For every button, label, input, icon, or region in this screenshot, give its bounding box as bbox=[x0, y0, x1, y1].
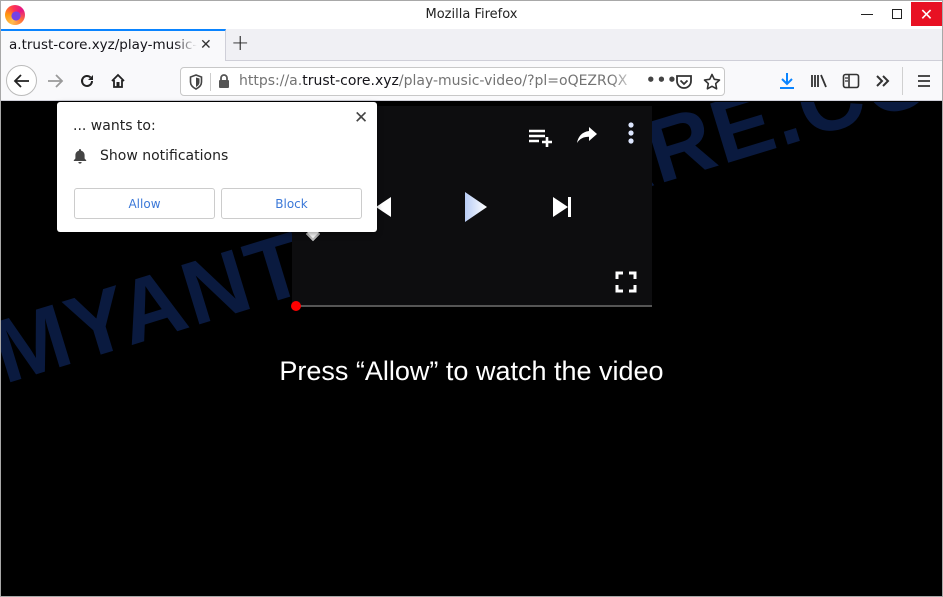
permission-label: Show notifications bbox=[100, 148, 229, 164]
browser-window: Mozilla Firefox ✕ a.trust-core.xyz/play-… bbox=[0, 0, 943, 597]
popup-title: ... wants to: bbox=[73, 118, 156, 134]
progress-bar[interactable] bbox=[296, 305, 652, 307]
close-window-button[interactable]: ✕ bbox=[911, 2, 942, 26]
tracking-protection-shield-icon[interactable] bbox=[189, 74, 203, 90]
share-button[interactable] bbox=[574, 122, 600, 148]
arrow-left-icon bbox=[13, 73, 29, 88]
block-button[interactable]: Block bbox=[221, 188, 362, 219]
minimize-icon bbox=[861, 13, 873, 15]
overflow-menu-button[interactable] bbox=[869, 67, 897, 95]
url-prefix: https://a. bbox=[239, 73, 303, 89]
window-title: Mozilla Firefox bbox=[425, 7, 518, 22]
share-arrow-icon bbox=[577, 127, 597, 143]
play-button[interactable] bbox=[462, 189, 490, 225]
url-path: /play-music-video/?pl=oQEZRQX bbox=[398, 73, 628, 89]
progress-scrubber-handle[interactable] bbox=[291, 301, 301, 311]
more-options-button[interactable] bbox=[624, 120, 638, 146]
fullscreen-button[interactable] bbox=[614, 270, 638, 294]
pocket-icon[interactable] bbox=[675, 74, 693, 90]
tab-title: a.trust-core.xyz/play-music-video/ bbox=[9, 37, 197, 53]
reload-button[interactable] bbox=[73, 67, 101, 95]
back-button[interactable] bbox=[6, 65, 37, 96]
reload-icon bbox=[81, 74, 93, 87]
url-bar[interactable]: https://a.trust-core.xyz/play-music-vide… bbox=[180, 67, 725, 96]
url-text[interactable]: https://a.trust-core.xyz/play-music-vide… bbox=[239, 73, 639, 89]
url-domain: trust-core.xyz bbox=[302, 73, 399, 89]
hamburger-menu-icon bbox=[918, 75, 930, 87]
library-icon bbox=[811, 74, 827, 88]
forward-button[interactable] bbox=[41, 67, 69, 95]
tab-close-button[interactable]: ✕ bbox=[200, 37, 212, 53]
app-menu-button[interactable] bbox=[910, 67, 938, 95]
tab-active[interactable]: a.trust-core.xyz/play-music-video/ ✕ bbox=[1, 29, 226, 61]
navigation-bar: https://a.trust-core.xyz/play-music-vide… bbox=[1, 61, 942, 101]
double-chevron-right-icon bbox=[876, 75, 890, 87]
sidebar-button[interactable] bbox=[837, 67, 865, 95]
play-icon bbox=[465, 192, 487, 222]
arrow-right-icon bbox=[48, 74, 64, 88]
popup-close-button[interactable]: ✕ bbox=[354, 108, 368, 128]
new-tab-button[interactable]: + bbox=[231, 31, 249, 56]
downloads-button[interactable] bbox=[773, 67, 801, 95]
home-button[interactable] bbox=[104, 67, 132, 95]
close-icon: ✕ bbox=[919, 4, 934, 24]
notification-permission-popup: ✕ ... wants to: Show notifications Allow… bbox=[57, 102, 377, 232]
toolbar-separator bbox=[902, 67, 903, 95]
lock-icon[interactable] bbox=[218, 74, 230, 89]
skip-next-icon bbox=[553, 197, 571, 217]
allow-button[interactable]: Allow bbox=[74, 188, 215, 219]
bookmark-star-icon[interactable] bbox=[703, 73, 721, 91]
next-track-button[interactable] bbox=[550, 194, 574, 220]
playlist-add-icon bbox=[529, 129, 552, 147]
fullscreen-icon bbox=[615, 271, 637, 293]
bell-icon bbox=[73, 149, 87, 164]
add-to-queue-button[interactable] bbox=[527, 124, 555, 152]
sidebar-icon bbox=[842, 73, 860, 89]
call-to-action-text: Press “Allow” to watch the video bbox=[279, 356, 664, 386]
tab-strip: a.trust-core.xyz/play-music-video/ ✕ + bbox=[1, 29, 942, 61]
title-bar: Mozilla Firefox ✕ bbox=[1, 1, 942, 29]
url-separator bbox=[210, 73, 211, 91]
page-actions-button[interactable]: ••• bbox=[646, 71, 678, 89]
download-arrow-icon bbox=[780, 73, 794, 89]
maximize-icon bbox=[892, 9, 902, 19]
home-icon bbox=[111, 73, 125, 88]
library-button[interactable] bbox=[805, 67, 833, 95]
vertical-ellipsis-icon bbox=[628, 122, 634, 144]
